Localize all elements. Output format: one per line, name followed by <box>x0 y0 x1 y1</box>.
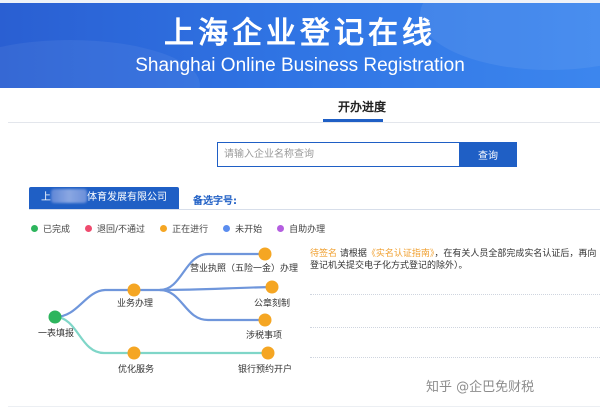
flow-node-business <box>127 283 141 297</box>
flow-node-license <box>258 247 272 261</box>
legend-dot <box>31 224 38 232</box>
alternate-name-label: 备选字号: <box>193 196 237 207</box>
detail-text-before: 请根据 <box>337 249 367 259</box>
company-divider <box>29 209 600 210</box>
flow-label-tax[interactable]: 涉税事项 <box>246 328 282 341</box>
site-title-cn: 上海企业登记在线 <box>164 16 436 51</box>
legend-item: 未开始 <box>223 222 262 235</box>
tab-divider <box>8 122 600 123</box>
dotted-divider <box>310 294 600 295</box>
legend-item: 正在进行 <box>160 222 208 235</box>
company-search-input[interactable] <box>217 142 459 167</box>
legend-item: 已完成 <box>31 222 70 235</box>
flow-node-start <box>48 310 62 324</box>
dotted-divider <box>310 357 600 358</box>
legend-dot <box>85 224 93 232</box>
legend-label: 退回/不通过 <box>97 224 146 235</box>
status-legend: 已完成 退回/不通过 正在进行 未开始 自助办理 <box>31 222 340 235</box>
search-button[interactable]: 查询 <box>459 142 517 167</box>
watermark: 知乎 @企巴免财税 <box>426 380 535 395</box>
legend-label: 已完成 <box>43 224 71 235</box>
legend-dot <box>160 224 168 232</box>
legend-label: 自助办理 <box>289 224 326 235</box>
legend-label: 未开始 <box>235 224 263 235</box>
legend-label: 正在进行 <box>172 224 209 235</box>
tab-progress[interactable]: 开办进度 <box>320 98 404 115</box>
dotted-divider <box>310 327 600 328</box>
flow-label-license[interactable]: 营业执照（五险一金）办理 <box>190 261 298 274</box>
flow-node-optimize <box>127 346 141 360</box>
progress-detail-text: 待签名 请根据《实名认证指南》，在有关人员全部完成实名认证后，再向登记机关提交电… <box>310 248 600 272</box>
flow-label-start[interactable]: 一表填报 <box>38 326 74 339</box>
real-name-guide-link[interactable]: 《实名认证指南》 <box>367 249 435 259</box>
legend-dot <box>223 224 231 232</box>
flow-node-tax <box>258 313 272 327</box>
company-name-suffix: 体育发展有限公司 <box>87 192 167 203</box>
flow-edge <box>158 285 274 292</box>
company-name-prefix: 上 <box>41 192 51 203</box>
flow-label-bank[interactable]: 银行预约开户 <box>238 362 292 375</box>
legend-item: 退回/不通过 <box>85 222 145 235</box>
flow-label-optimize[interactable]: 优化服务 <box>118 362 154 375</box>
flow-node-seal <box>265 280 279 294</box>
site-title-en: Shanghai Online Business Registration <box>135 55 465 76</box>
flow-edge <box>158 288 267 322</box>
company-tab[interactable]: 上 体育发展有限公司 <box>29 187 179 209</box>
legend-item: 自助办理 <box>277 222 325 235</box>
flow-node-bank <box>261 346 275 360</box>
legend-dot <box>277 224 285 232</box>
flow-label-business[interactable]: 业务办理 <box>117 296 153 309</box>
bottom-divider <box>8 406 600 407</box>
header-banner: 上海企业登记在线 Shanghai Online Business Regist… <box>0 0 600 88</box>
flow-label-seal[interactable]: 公章刻制 <box>254 296 290 309</box>
redacted-blur <box>51 189 87 203</box>
status-tag: 待签名 <box>310 249 338 259</box>
